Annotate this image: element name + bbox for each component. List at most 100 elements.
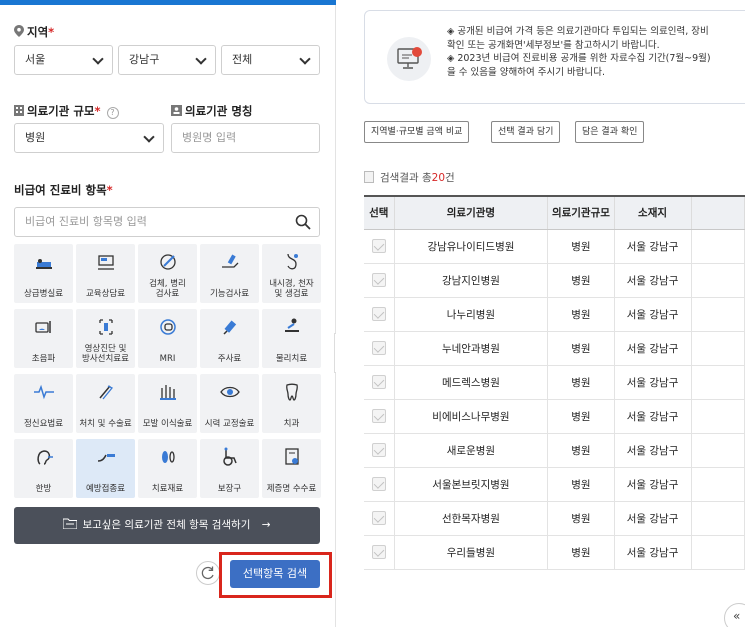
select-cell[interactable] [364,433,395,468]
folder-icon [62,518,78,530]
hospital-name-cell: 선한목자병원 [394,501,549,536]
row-checkbox[interactable] [371,239,386,253]
category-label-line: 예방접종료 [85,484,126,494]
category-function-test[interactable]: 기능검사료 [200,244,259,303]
category-mri[interactable]: MRI [138,309,197,368]
category-label-line: 초음파 [31,354,56,364]
table-row[interactable]: 누네안과병원 병원 서울 강남구 [364,331,745,366]
dong-select[interactable]: 전체 [221,45,320,75]
category-label: 기능검사료 [200,289,259,299]
required-mark: * [94,104,101,118]
table-row[interactable]: 강남지인병원 병원 서울 강남구 [364,263,745,298]
search-icon[interactable] [295,214,311,230]
row-checkbox[interactable] [371,477,386,491]
category-lab-test[interactable]: 검체, 병리 검사료 [138,244,197,303]
view-saved-button[interactable]: 담은 결과 확인 [575,121,645,143]
surgery-icon [98,385,113,400]
result-prefix: 검색결과 총 [380,172,432,184]
column-header-more [691,195,745,230]
category-vaccine[interactable]: 예방접종료 [76,439,135,498]
select-cell[interactable] [364,501,395,536]
category-injection[interactable]: 주사료 [200,309,259,368]
category-bed[interactable]: 상급병실료 [14,244,73,303]
size-select[interactable]: 병원 [14,123,164,153]
select-cell[interactable] [364,331,395,366]
location-cell: 서울 강남구 [614,263,692,298]
hospital-name-input[interactable]: 병원명 입력 [171,123,320,153]
category-label: 내시경, 천자 및 생검료 [262,279,321,299]
select-cell[interactable] [364,263,395,298]
notice-line: ◈ 2023년 비급여 진료비용 공개를 위한 자료수집 기간(7월~9월) [447,53,711,64]
category-wheelchair[interactable]: 보장구 [200,439,259,498]
column-header: 의료기관규모 [547,195,615,230]
select-cell[interactable] [364,399,395,434]
table-row[interactable]: 비에비스나무병원 병원 서울 강남구 [364,399,745,434]
category-label: 처치 및 수술료 [76,419,135,429]
table-row[interactable]: 서울본브릿지병원 병원 서울 강남구 [364,467,745,502]
category-label-line: 모발 이식술료 [142,419,193,429]
name-label-text: 의료기관 명칭 [185,104,253,118]
row-checkbox[interactable] [371,273,386,287]
sido-select[interactable]: 서울 [14,45,113,75]
table-row[interactable]: 우리들병원 병원 서울 강남구 [364,535,745,570]
table-row[interactable]: 선한목자병원 병원 서울 강남구 [364,501,745,536]
row-checkbox[interactable] [371,307,386,321]
help-icon[interactable]: ? [106,107,119,119]
category-label-line: 처치 및 수술료 [79,419,132,429]
table-row[interactable]: 새로운병원 병원 서울 강남구 [364,433,745,468]
row-checkbox[interactable] [371,341,386,355]
row-checkbox[interactable] [371,511,386,525]
category-dental[interactable]: 치과 [262,374,321,433]
select-cell[interactable] [364,467,395,502]
category-mental[interactable]: 정신요법료 [14,374,73,433]
category-radiology[interactable]: 영상진단 및 방사선치료료 [76,309,135,368]
sigungu-select[interactable]: 강남구 [118,45,216,75]
category-hair[interactable]: 모발 이식술료 [138,374,197,433]
items-label: 비급여 진료비 항목* [14,182,113,198]
select-cell[interactable] [364,535,395,570]
category-certificate[interactable]: 제증명 수수료 [262,439,321,498]
location-cell: 서울 강남구 [614,365,692,400]
hospital-name-cell: 메드렉스병원 [394,365,549,400]
category-surgery[interactable]: 처치 및 수술료 [76,374,135,433]
item-search-input[interactable]: 비급여 진료비 항목명 입력 [14,207,320,237]
hospital-name-cell: 서울본브릿지병원 [394,467,549,502]
select-cell[interactable] [364,297,395,332]
category-counsel[interactable]: 교육상담료 [76,244,135,303]
table-row[interactable]: 강남유나이티드병원 병원 서울 강남구 [364,229,745,264]
reset-button[interactable] [196,561,220,585]
panel-top-accent [0,0,336,5]
table-row[interactable]: 나누리병원 병원 서울 강남구 [364,297,745,332]
result-suffix: 건 [445,172,455,184]
location-cell: 서울 강남구 [614,467,692,502]
row-checkbox[interactable] [371,409,386,423]
hospital-size-cell: 병원 [547,433,615,468]
extra-cell [691,535,745,570]
select-cell[interactable] [364,229,395,264]
category-material[interactable]: 치료재료 [138,439,197,498]
category-label-line: 검체, 병리 [149,279,186,289]
category-physio[interactable]: 물리치료 [262,309,321,368]
dental-icon [285,383,298,401]
category-label-line: 주사료 [217,354,242,364]
all-items-search-button[interactable]: 보고싶은 의료기관 전체 항목 검색하기 → [14,507,320,544]
row-checkbox[interactable] [371,443,386,457]
category-eye[interactable]: 시력 교정술료 [200,374,259,433]
notice-line: 확인 또는 공개화면'세부정보'를 참고하시기 바랍니다. [447,39,660,51]
row-checkbox[interactable] [371,545,386,559]
row-checkbox[interactable] [371,375,386,389]
table-row[interactable]: 메드렉스병원 병원 서울 강남구 [364,365,745,400]
category-label-line: 정신요법료 [23,419,64,429]
select-cell[interactable] [364,365,395,400]
compare-button[interactable]: 지역별·규모별 금액 비교 [364,121,470,143]
radiology-icon [98,319,113,335]
category-ultrasound[interactable]: 초음파 [14,309,73,368]
category-label-line: 내시경, 천자 [269,279,314,289]
category-label: 예방접종료 [76,484,135,494]
category-label: 상급병실료 [14,289,73,299]
region-label: 지역* [14,24,54,40]
category-endoscope[interactable]: 내시경, 천자 및 생검료 [262,244,321,303]
add-selected-button[interactable]: 선택 결과 담기 [491,121,561,143]
location-cell: 서울 강남구 [614,399,692,434]
category-herbal[interactable]: 한방 [14,439,73,498]
